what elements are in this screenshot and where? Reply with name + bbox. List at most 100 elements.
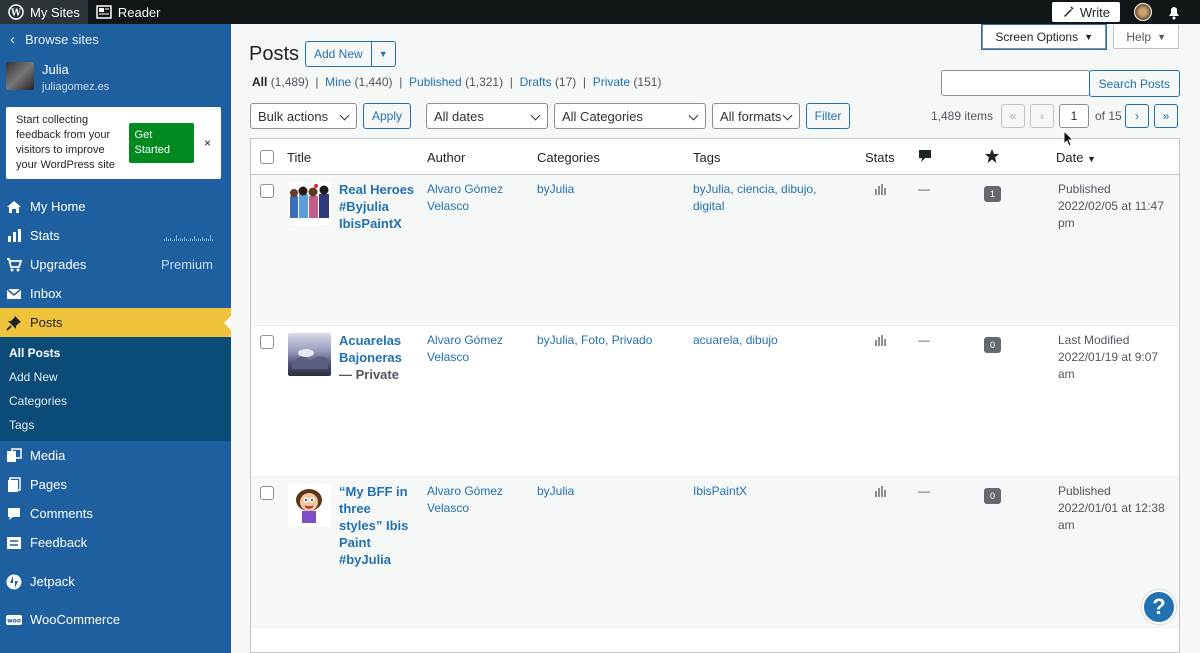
site-avatar	[6, 62, 34, 90]
page-title: Posts	[249, 43, 300, 65]
add-new-dropdown-toggle[interactable]: ▼	[371, 41, 396, 67]
comments-count: —	[918, 182, 930, 196]
post-title-link[interactable]: “My BFF in three styles” Ibis Paint #byJ…	[339, 484, 408, 567]
help-fab-button[interactable]: ?	[1142, 590, 1176, 624]
post-tags[interactable]: IbisPaintX	[693, 483, 833, 500]
likes-count-badge: 1	[984, 186, 1001, 202]
post-tags[interactable]: byJulia, ciencia, dibujo, digital	[693, 181, 833, 215]
sidebar-item-label: Posts	[30, 315, 63, 330]
write-label: Write	[1079, 4, 1110, 20]
sidebar-item-inbox[interactable]: Inbox	[0, 279, 231, 308]
row-checkbox[interactable]	[260, 335, 274, 349]
post-thumbnail[interactable]	[288, 484, 331, 527]
add-new-button[interactable]: Add New	[305, 41, 372, 67]
category-filter-select[interactable]: All Categories	[554, 103, 706, 129]
post-thumbnail[interactable]	[288, 333, 331, 376]
post-categories[interactable]: byJulia	[537, 483, 677, 500]
sidebar-item-jetpack[interactable]: Jetpack	[0, 567, 231, 596]
stats-chart-icon[interactable]	[874, 485, 887, 503]
apply-button[interactable]: Apply	[363, 103, 411, 129]
date-filter-select[interactable]: All dates	[426, 103, 548, 129]
post-author[interactable]: Alvaro Gómez Velasco	[427, 181, 517, 215]
close-icon[interactable]: ×	[204, 136, 211, 151]
stats-chart-icon[interactable]	[874, 334, 887, 352]
notifications-bell-icon[interactable]	[1166, 4, 1182, 20]
sidebar-item-label: Comments	[30, 506, 93, 521]
format-filter-select[interactable]: All formats	[712, 103, 800, 129]
first-page-button[interactable]: «	[1001, 104, 1025, 128]
stats-chart-icon[interactable]	[874, 183, 887, 201]
submenu-all-posts[interactable]: All Posts	[0, 341, 231, 365]
current-page-input[interactable]: 1	[1059, 104, 1089, 128]
filter-all[interactable]: All (1,489)	[252, 75, 309, 89]
post-categories[interactable]: byJulia	[537, 181, 677, 198]
add-new-split-button: Add New ▼	[305, 41, 396, 67]
reader-icon	[96, 5, 112, 19]
submenu-add-new[interactable]: Add New	[0, 365, 231, 389]
post-author[interactable]: Alvaro Gómez Velasco	[427, 483, 517, 517]
prev-page-button[interactable]: ‹	[1030, 104, 1054, 128]
promo-text: Start collecting feedback from your visi…	[16, 114, 115, 171]
column-stats: Stats	[865, 150, 895, 165]
site-profile[interactable]: Julia juliagomez.es	[0, 54, 231, 102]
filter-private[interactable]: Private (151)	[593, 75, 662, 89]
write-button[interactable]: Write	[1051, 2, 1120, 22]
column-title[interactable]: Title	[287, 150, 311, 165]
sidebar-item-stats[interactable]: Stats	[0, 221, 231, 250]
sidebar-item-label: WooCommerce	[30, 612, 121, 627]
search-posts-button[interactable]: Search Posts	[1088, 70, 1180, 97]
comments-count: —	[918, 333, 930, 347]
post-date: Published 2022/01/01 at 12:38 am	[1058, 484, 1165, 532]
post-categories[interactable]: byJulia, Foto, Privado	[537, 332, 677, 349]
pin-icon	[6, 315, 22, 331]
posts-submenu: All Posts Add New Categories Tags	[0, 337, 231, 441]
post-author[interactable]: Alvaro Gómez Velasco	[427, 332, 517, 366]
column-date[interactable]: Date ▼	[1056, 150, 1096, 165]
help-button[interactable]: Help ▼	[1113, 25, 1179, 49]
post-title-link[interactable]: Real Heroes #Byjulia IbisPaintX	[339, 182, 414, 231]
bulk-actions-select[interactable]: Bulk actions	[250, 103, 357, 129]
post-date: Published 2022/02/05 at 11:47 pm	[1058, 182, 1164, 230]
search-input[interactable]	[941, 70, 1090, 96]
caret-down-icon: ▼	[1084, 31, 1093, 42]
sidebar-item-comments[interactable]: Comments	[0, 499, 231, 528]
submenu-categories[interactable]: Categories	[0, 389, 231, 413]
sidebar-item-upgrades[interactable]: Upgrades Premium	[0, 250, 231, 279]
row-checkbox[interactable]	[260, 486, 274, 500]
sidebar-item-pages[interactable]: Pages	[0, 470, 231, 499]
sidebar-item-media[interactable]: Media	[0, 441, 231, 470]
screen-options-button[interactable]: Screen Options ▼	[982, 25, 1106, 49]
post-tags[interactable]: acuarela, dibujo	[693, 332, 833, 349]
site-url: juliagomez.es	[42, 81, 110, 93]
submenu-tags[interactable]: Tags	[0, 413, 231, 437]
table-row: “My BFF in three styles” Ibis Paint #byJ…	[251, 477, 1179, 628]
sidebar-item-feedback[interactable]: Feedback	[0, 528, 231, 557]
likes-count-badge: 0	[984, 488, 1001, 504]
stats-sparkline	[164, 231, 213, 241]
star-icon[interactable]	[984, 148, 1000, 167]
browse-sites-link[interactable]: ‹ Browse sites	[0, 24, 231, 54]
sidebar-item-label: Stats	[30, 228, 60, 243]
comment-bubble-icon[interactable]	[918, 149, 932, 166]
row-checkbox[interactable]	[260, 184, 274, 198]
home-icon	[6, 199, 22, 215]
user-avatar[interactable]	[1134, 3, 1152, 21]
select-all-checkbox[interactable]	[260, 150, 274, 164]
filter-published[interactable]: Published (1,321)	[409, 75, 503, 89]
sidebar-item-woocommerce[interactable]: woo WooCommerce	[0, 605, 231, 634]
sidebar-item-posts[interactable]: Posts	[0, 308, 231, 337]
get-started-button[interactable]: Get Started	[128, 123, 194, 163]
filter-mine[interactable]: Mine (1,440)	[325, 75, 392, 89]
post-title-link[interactable]: Acuarelas Bajoneras	[339, 333, 402, 365]
last-page-button[interactable]: »	[1154, 104, 1178, 128]
sidebar-item-label: Upgrades	[30, 257, 87, 272]
my-sites-button[interactable]: W My Sites	[0, 0, 88, 24]
post-thumbnail[interactable]	[288, 182, 331, 225]
filter-button[interactable]: Filter	[806, 103, 850, 129]
sidebar-item-my-home[interactable]: My Home	[0, 192, 231, 221]
screen-options-label: Screen Options	[995, 29, 1079, 44]
filter-drafts[interactable]: Drafts (17)	[520, 75, 577, 89]
sort-desc-icon: ▼	[1087, 154, 1097, 164]
reader-button[interactable]: Reader	[88, 0, 169, 24]
next-page-button[interactable]: ›	[1125, 104, 1149, 128]
